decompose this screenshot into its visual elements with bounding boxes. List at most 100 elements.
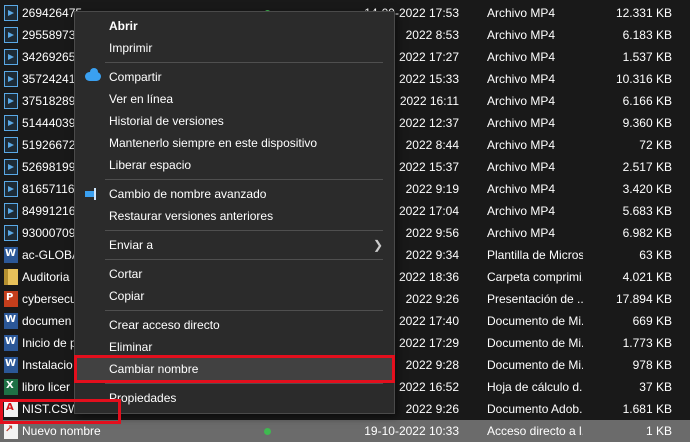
context-menu: Abrir Imprimir Compartir Ver en línea Histor… (74, 11, 395, 414)
powerpoint-file-icon (4, 291, 18, 307)
file-type: Documento Adob... (487, 402, 583, 416)
menu-item-propiedades[interactable]: Propiedades (76, 387, 393, 409)
file-size: 669 KB (632, 314, 672, 328)
mp4-file-icon (4, 49, 18, 65)
mp4-file-icon (4, 27, 18, 43)
file-size: 12.331 KB (615, 6, 672, 20)
file-size: 1 KB (645, 424, 672, 438)
file-type: Archivo MP4 (487, 28, 556, 42)
menu-item-label: Enviar a (109, 238, 154, 252)
menu-item-label: Abrir (109, 19, 138, 33)
menu-item-label: Compartir (109, 70, 162, 84)
file-type: Hoja de cálculo d... (487, 380, 583, 394)
file-type: Archivo MP4 (487, 204, 556, 218)
menu-item-historial-de-versiones[interactable]: Historial de versiones (76, 110, 393, 132)
file-size: 1.681 KB (622, 402, 672, 416)
file-type: Documento de Mi... (487, 358, 583, 372)
menu-item-label: Crear acceso directo (109, 318, 220, 332)
menu-item-liberar-espacio[interactable]: Liberar espacio (76, 154, 393, 176)
file-type: Archivo MP4 (487, 72, 556, 86)
menu-item-mantenerlo-siempre-en-este-dispositivo[interactable]: Mantenerlo siempre en este dispositivo (76, 132, 393, 154)
highlight-box-filename (0, 399, 121, 424)
file-size: 63 KB (639, 248, 672, 262)
mp4-file-icon (4, 93, 18, 109)
file-type: Archivo MP4 (487, 226, 556, 240)
mp4-file-icon (4, 225, 18, 241)
menu-separator (105, 310, 383, 311)
file-type: Archivo MP4 (487, 94, 556, 108)
file-type: Archivo MP4 (487, 182, 556, 196)
file-name: Auditoria (22, 270, 70, 284)
menu-item-label: Mantenerlo siempre en este dispositivo (109, 136, 318, 150)
file-size: 6.166 KB (622, 94, 672, 108)
file-name: Inicio de p (22, 336, 77, 350)
file-name: Instalacio (22, 358, 73, 372)
menu-item-crear-acceso-directo[interactable]: Crear acceso directo (76, 314, 393, 336)
file-size: 1.773 KB (622, 336, 672, 350)
advanced-rename-icon (85, 188, 99, 200)
mp4-file-icon (4, 203, 18, 219)
mp4-file-icon (4, 5, 18, 21)
file-type: Archivo MP4 (487, 160, 556, 174)
word-file-icon (4, 313, 18, 329)
menu-separator (105, 230, 383, 231)
file-type: Presentación de ... (487, 292, 583, 306)
menu-item-label: Copiar (109, 289, 145, 303)
shortcut-file-icon (4, 423, 18, 439)
zip-file-icon (4, 269, 18, 285)
menu-item-label: Cambio de nombre avanzado (109, 187, 267, 201)
file-size: 3.420 KB (622, 182, 672, 196)
sync-status-icon (264, 428, 271, 435)
menu-item-copiar[interactable]: Copiar (76, 285, 393, 307)
mp4-file-icon (4, 181, 18, 197)
menu-item-compartir[interactable]: Compartir (76, 66, 393, 88)
file-type: Archivo MP4 (487, 6, 556, 20)
menu-item-label: Cortar (109, 267, 143, 281)
menu-separator (105, 259, 383, 260)
menu-item-label: Ver en línea (109, 92, 174, 106)
file-name: cybersecu (22, 292, 77, 306)
file-name: 816571161 (22, 182, 82, 196)
file-size: 10.316 KB (615, 72, 672, 86)
excel-file-icon (4, 379, 18, 395)
word-file-icon (4, 335, 18, 351)
word-file-icon (4, 247, 18, 263)
file-type: Documento de Mi... (487, 336, 583, 350)
menu-item-cortar[interactable]: Cortar (76, 263, 393, 285)
file-size: 9.360 KB (622, 116, 672, 130)
menu-item-enviar-a[interactable]: Enviar a ❯ (76, 234, 393, 256)
menu-item-cambio-de-nombre-avanzado[interactable]: Cambio de nombre avanzado (76, 183, 393, 205)
file-size: 2.517 KB (622, 160, 672, 174)
menu-item-label: Restaurar versiones anteriores (109, 209, 274, 223)
file-size: 6.982 KB (622, 226, 672, 240)
file-size: 6.183 KB (622, 28, 672, 42)
file-type: Archivo MP4 (487, 116, 556, 130)
file-name: documen (22, 314, 72, 328)
mp4-file-icon (4, 137, 18, 153)
menu-item-ver-en-linea[interactable]: Ver en línea (76, 88, 393, 110)
menu-item-label: Historial de versiones (109, 114, 224, 128)
file-size: 4.021 KB (622, 270, 672, 284)
file-type: Acceso directo a l... (487, 424, 583, 438)
mp4-file-icon (4, 159, 18, 175)
file-size: 978 KB (632, 358, 672, 372)
mp4-file-icon (4, 71, 18, 87)
menu-item-label: Liberar espacio (109, 158, 192, 172)
file-name: libro licer (22, 380, 71, 394)
file-name: ac-GLOBA (22, 248, 81, 262)
file-type: Archivo MP4 (487, 138, 556, 152)
menu-separator (105, 383, 383, 384)
file-type: Archivo MP4 (487, 50, 556, 64)
file-type: Documento de Mi... (487, 314, 583, 328)
file-type: Plantilla de Micros... (487, 248, 583, 262)
menu-item-abrir[interactable]: Abrir (76, 15, 393, 37)
menu-item-imprimir[interactable]: Imprimir (76, 37, 393, 59)
chevron-right-icon: ❯ (372, 238, 383, 252)
menu-item-restaurar-versiones-anteriores[interactable]: Restaurar versiones anteriores (76, 205, 393, 227)
menu-separator (105, 179, 383, 180)
file-type: Carpeta comprimi... (487, 270, 583, 284)
menu-separator (105, 62, 383, 63)
file-date: 19-10-2022 10:33 (364, 424, 459, 438)
menu-item-label: Imprimir (109, 41, 153, 55)
file-size: 5.683 KB (622, 204, 672, 218)
